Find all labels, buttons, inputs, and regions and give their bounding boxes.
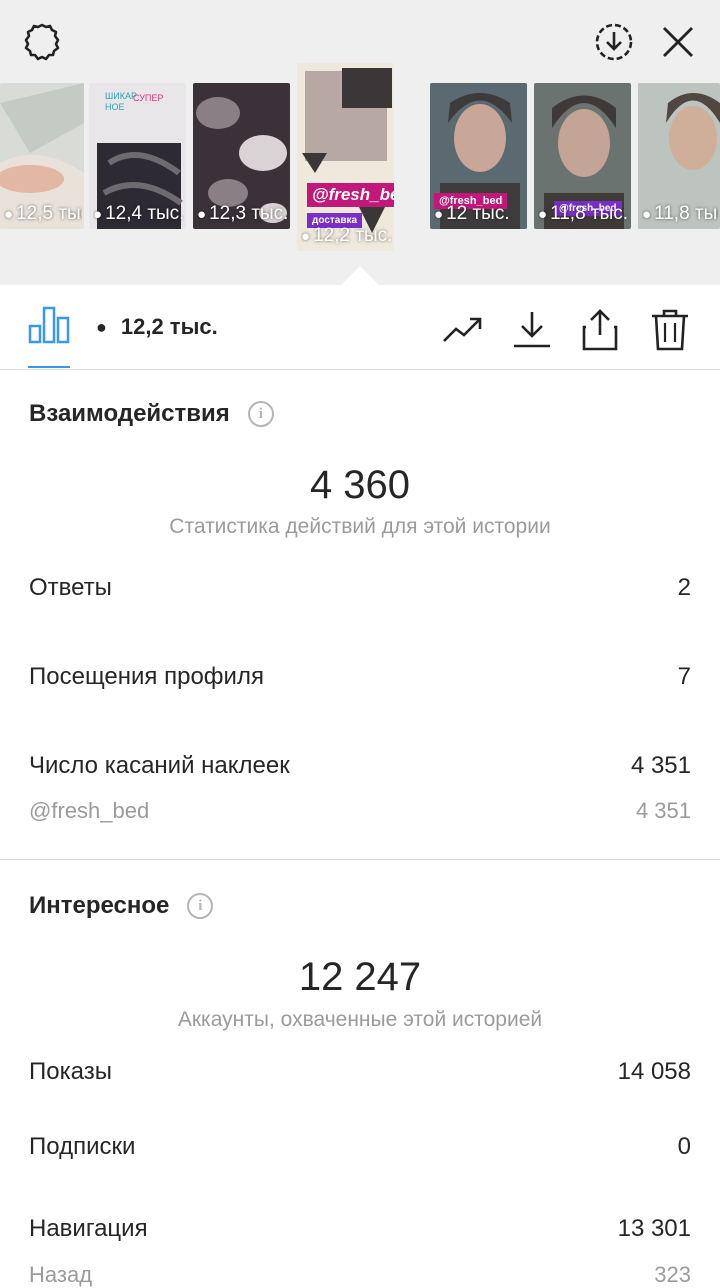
stat-row: Посещения профиля 7 bbox=[29, 663, 691, 691]
stat-sub-row: @fresh_bed 4 351 bbox=[29, 798, 691, 824]
share-icon[interactable] bbox=[578, 308, 622, 352]
info-icon[interactable]: i bbox=[247, 401, 274, 427]
story-thumbnail[interactable]: ●12,5 тыс. bbox=[0, 83, 84, 229]
story-strip-area: ●12,5 тыс. ШИКАР НОЕ СУПЕР ●12,4 тыс. bbox=[0, 0, 720, 286]
stat-sub-value: 323 bbox=[654, 1262, 691, 1287]
section-title: Интересное i bbox=[29, 892, 214, 920]
story-views-label: ● 12,3 тыс. bbox=[197, 203, 288, 224]
stat-value: 0 bbox=[677, 1133, 691, 1160]
stat-label: Ответы bbox=[29, 574, 112, 601]
stat-label: Посещения профиля bbox=[29, 663, 264, 690]
gear-icon[interactable] bbox=[20, 20, 64, 64]
stat-value: 13 301 bbox=[617, 1215, 691, 1242]
story-views-label: ●12,5 тыс. bbox=[4, 203, 82, 224]
story-views-label: ● 12,4 тыс. bbox=[93, 203, 184, 224]
stat-row: Ответы 2 bbox=[29, 574, 691, 602]
download-circle-icon[interactable] bbox=[592, 20, 636, 64]
close-icon[interactable] bbox=[656, 20, 700, 64]
stat-row: Подписки 0 bbox=[29, 1133, 691, 1161]
stat-value: 14 058 bbox=[617, 1058, 691, 1085]
discovery-total: 12 247 bbox=[298, 955, 422, 999]
stat-value: 4 351 bbox=[630, 752, 691, 779]
stat-value: 2 bbox=[677, 574, 691, 601]
views-count: 12,2 тыс. bbox=[120, 314, 218, 339]
discovery-caption: Аккаунты, охваченные этой историей bbox=[177, 1008, 543, 1031]
section-title-text: Взаимодействия bbox=[29, 400, 230, 427]
info-icon[interactable]: i bbox=[187, 893, 214, 919]
stat-row: Число касаний наклеек 4 351 bbox=[29, 752, 691, 780]
eye-icon: ● bbox=[96, 316, 107, 337]
story-thumbnail[interactable]: @fresh_bed ● 11,8 тыс. bbox=[534, 83, 631, 229]
stat-sub-label: Назад bbox=[29, 1262, 93, 1287]
stat-row: Навигация 13 301 bbox=[29, 1215, 691, 1243]
story-views-label: ● 12,2 тыс. bbox=[301, 225, 392, 246]
story-thumbnail[interactable]: ШИКАР НОЕ СУПЕР ● 12,4 тыс. bbox=[89, 83, 186, 229]
story-views-label: ● 12 тыс. bbox=[434, 203, 510, 224]
story-views-label: ●11,8 тыс. bbox=[642, 203, 718, 224]
stat-sub-row: Назад 323 bbox=[29, 1262, 691, 1288]
views-summary: ● 12,2 тыс. bbox=[96, 314, 218, 340]
trash-icon[interactable] bbox=[648, 308, 692, 352]
story-thumbnails: ●12,5 тыс. ШИКАР НОЕ СУПЕР ●12,4 тыс. bbox=[0, 63, 720, 251]
story-thumbnail-selected[interactable]: @fresh_bed доставка ●12,2 тыс. bbox=[297, 63, 394, 251]
story-views-label: ●11,8 тыс. bbox=[538, 203, 629, 224]
story-thumbnail[interactable]: ● 12,3 тыс. bbox=[193, 83, 290, 229]
section-title-text: Интересное bbox=[29, 892, 170, 919]
download-icon[interactable] bbox=[510, 308, 554, 352]
stat-label: Навигация bbox=[29, 1215, 148, 1242]
stat-label: Подписки bbox=[29, 1133, 136, 1160]
sticker-text: СУПЕР bbox=[133, 93, 164, 103]
selection-pointer bbox=[340, 266, 380, 286]
interactions-caption: Статистика действий для этой истории bbox=[169, 515, 551, 538]
story-thumbnail[interactable]: ●11,8 тыс. bbox=[638, 83, 720, 229]
discovery-section: Интересное i 12 247 Аккаунты, охваченные… bbox=[0, 860, 720, 1287]
insights-toolbar: ● 12,2 тыс. bbox=[0, 286, 720, 370]
stat-label: Показы bbox=[29, 1058, 112, 1085]
sticker-mention: @fresh_bed bbox=[307, 183, 394, 207]
stat-value: 7 bbox=[677, 663, 691, 690]
stat-row: Показы 14 058 bbox=[29, 1058, 691, 1086]
interactions-total: 4 360 bbox=[309, 463, 411, 507]
stat-sub-label: @fresh_bed bbox=[29, 798, 150, 823]
bar-chart-icon[interactable] bbox=[28, 304, 70, 368]
interactions-section: Взаимодействия i 4 360 Статистика действ… bbox=[0, 371, 720, 859]
story-thumbnail[interactable]: @fresh_bed ● 12 тыс. bbox=[430, 83, 527, 229]
section-title: Взаимодействия i bbox=[29, 400, 274, 428]
trend-up-icon[interactable] bbox=[441, 308, 485, 352]
stat-label: Число касаний наклеек bbox=[29, 752, 290, 779]
stat-sub-value: 4 351 bbox=[635, 798, 691, 823]
